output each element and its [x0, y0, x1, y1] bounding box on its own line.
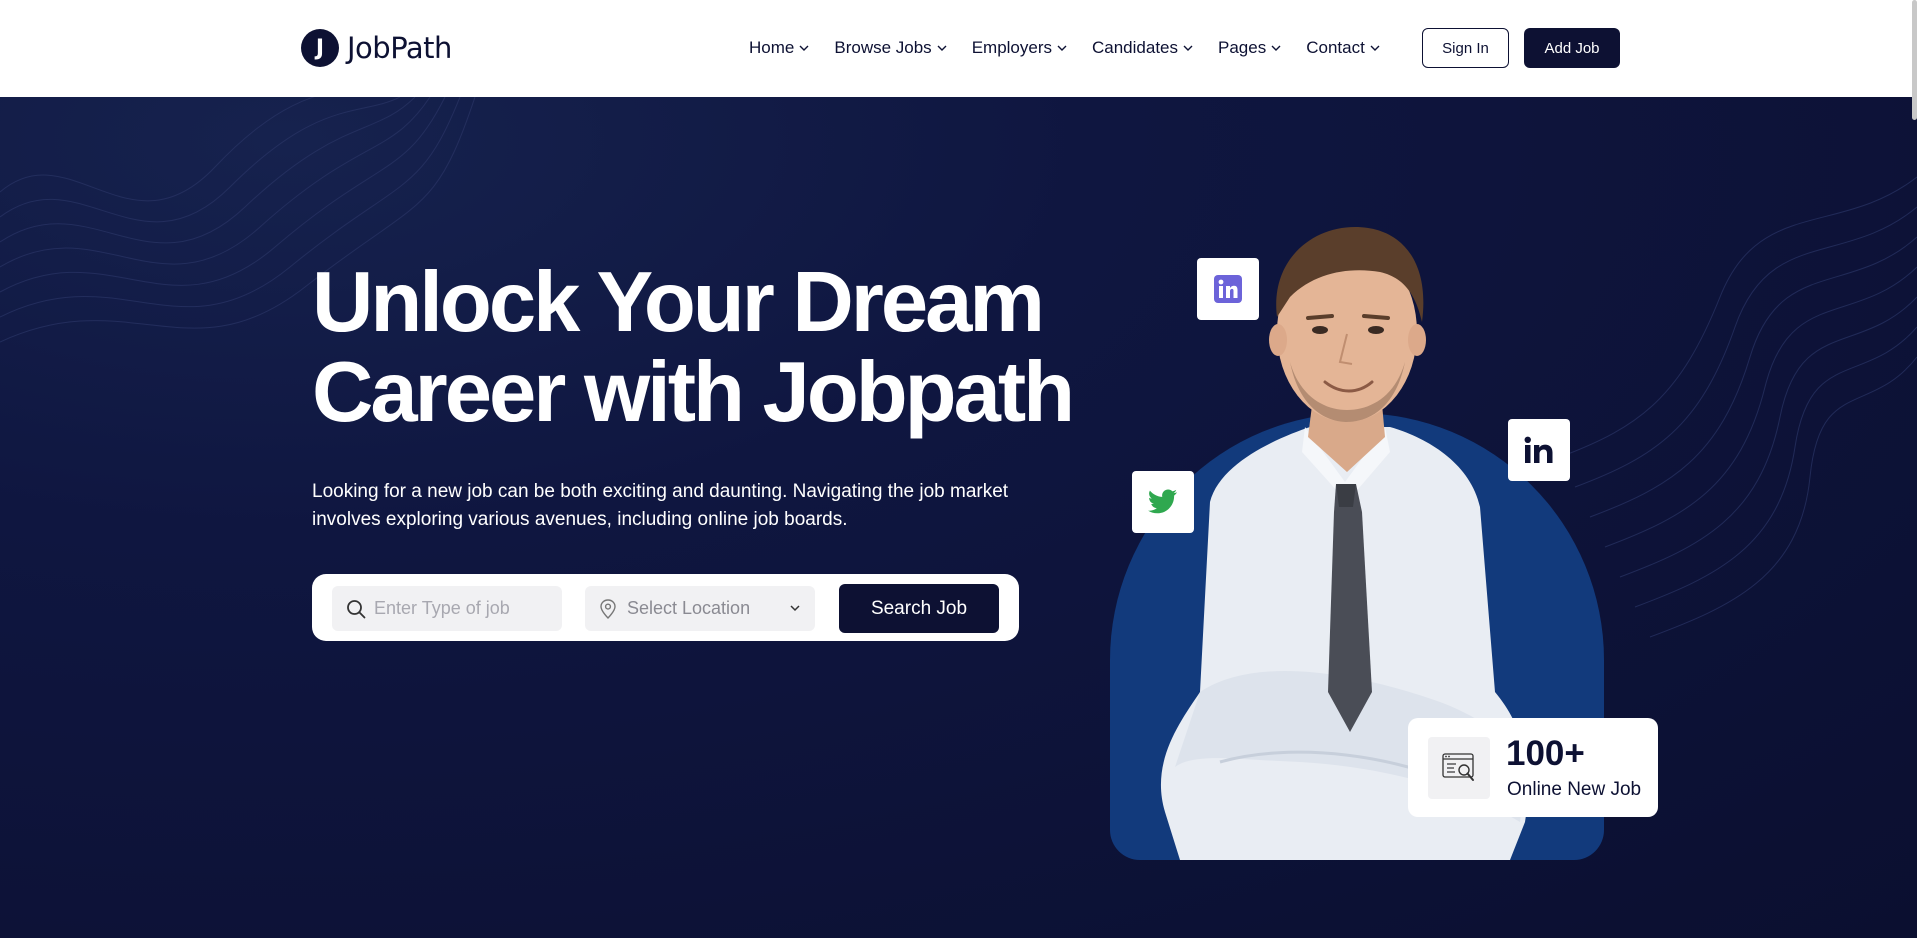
- headline-line-1: Unlock Your Dream: [312, 255, 1045, 350]
- nav-item-contact[interactable]: Contact: [1306, 38, 1381, 58]
- chevron-down-icon: [1057, 45, 1067, 51]
- nav-label: Pages: [1218, 38, 1267, 57]
- scrollbar-thumb[interactable]: [1912, 0, 1917, 120]
- nav-item-pages[interactable]: Pages: [1218, 38, 1282, 58]
- nav-item-browse-jobs[interactable]: Browse Jobs: [834, 38, 947, 58]
- hero-headline: Unlock Your Dream Career with Jobpath: [312, 255, 1075, 440]
- nav-label: Home: [749, 38, 795, 57]
- logo-mark: J: [301, 29, 339, 67]
- nav-label: Employers: [971, 38, 1052, 57]
- headline-line-2: Career with Jobpath: [312, 345, 1075, 440]
- stat-label: Online New Job: [1507, 779, 1642, 800]
- sign-in-button[interactable]: Sign In: [1422, 28, 1509, 68]
- hero-subtext: Looking for a new job can be both exciti…: [312, 481, 1009, 530]
- job-search-icon: [1442, 753, 1474, 781]
- stat-icon-box: [1428, 737, 1490, 799]
- job-type-field[interactable]: [332, 586, 562, 631]
- chevron-down-icon: [790, 605, 800, 612]
- search-job-button[interactable]: Search Job: [839, 584, 999, 633]
- linkedin-icon: [1524, 436, 1553, 463]
- main-nav: Home Browse Jobs Employers Candidates Pa…: [749, 36, 1381, 60]
- nav-label: Contact: [1306, 38, 1365, 57]
- twitter-icon: [1148, 489, 1177, 514]
- location-select[interactable]: Select Location: [585, 586, 815, 631]
- chevron-down-icon: [1370, 45, 1380, 51]
- nav-label: Browse Jobs: [834, 38, 932, 57]
- chevron-down-icon: [937, 45, 947, 51]
- add-job-button[interactable]: Add Job: [1524, 28, 1620, 68]
- location-pin-icon: [600, 598, 616, 619]
- job-search-bar: Select Location Search Job: [312, 574, 1019, 641]
- stat-value: 100+: [1506, 734, 1585, 773]
- linkedin-badge[interactable]: [1508, 419, 1570, 481]
- job-type-input[interactable]: [374, 598, 554, 619]
- search-icon: [347, 599, 366, 618]
- online-jobs-stat-card: 100+ Online New Job: [1408, 718, 1658, 817]
- linkedin-icon: [1214, 275, 1242, 303]
- nav-label: Candidates: [1092, 38, 1179, 57]
- nav-item-candidates[interactable]: Candidates: [1092, 38, 1194, 58]
- twitter-badge[interactable]: [1132, 471, 1194, 533]
- chevron-down-icon: [1271, 45, 1281, 51]
- chevron-down-icon: [1183, 45, 1193, 51]
- site-header: J JobPath Home Browse Jobs Employers Can…: [0, 0, 1917, 97]
- nav-item-home[interactable]: Home: [749, 38, 810, 58]
- chevron-down-icon: [799, 45, 809, 51]
- linkedin-badge[interactable]: [1197, 258, 1259, 320]
- logo-text: JobPath: [347, 31, 452, 65]
- nav-item-employers[interactable]: Employers: [972, 38, 1068, 58]
- logo[interactable]: J JobPath: [301, 28, 452, 68]
- location-select-value: Select Location: [627, 598, 751, 618]
